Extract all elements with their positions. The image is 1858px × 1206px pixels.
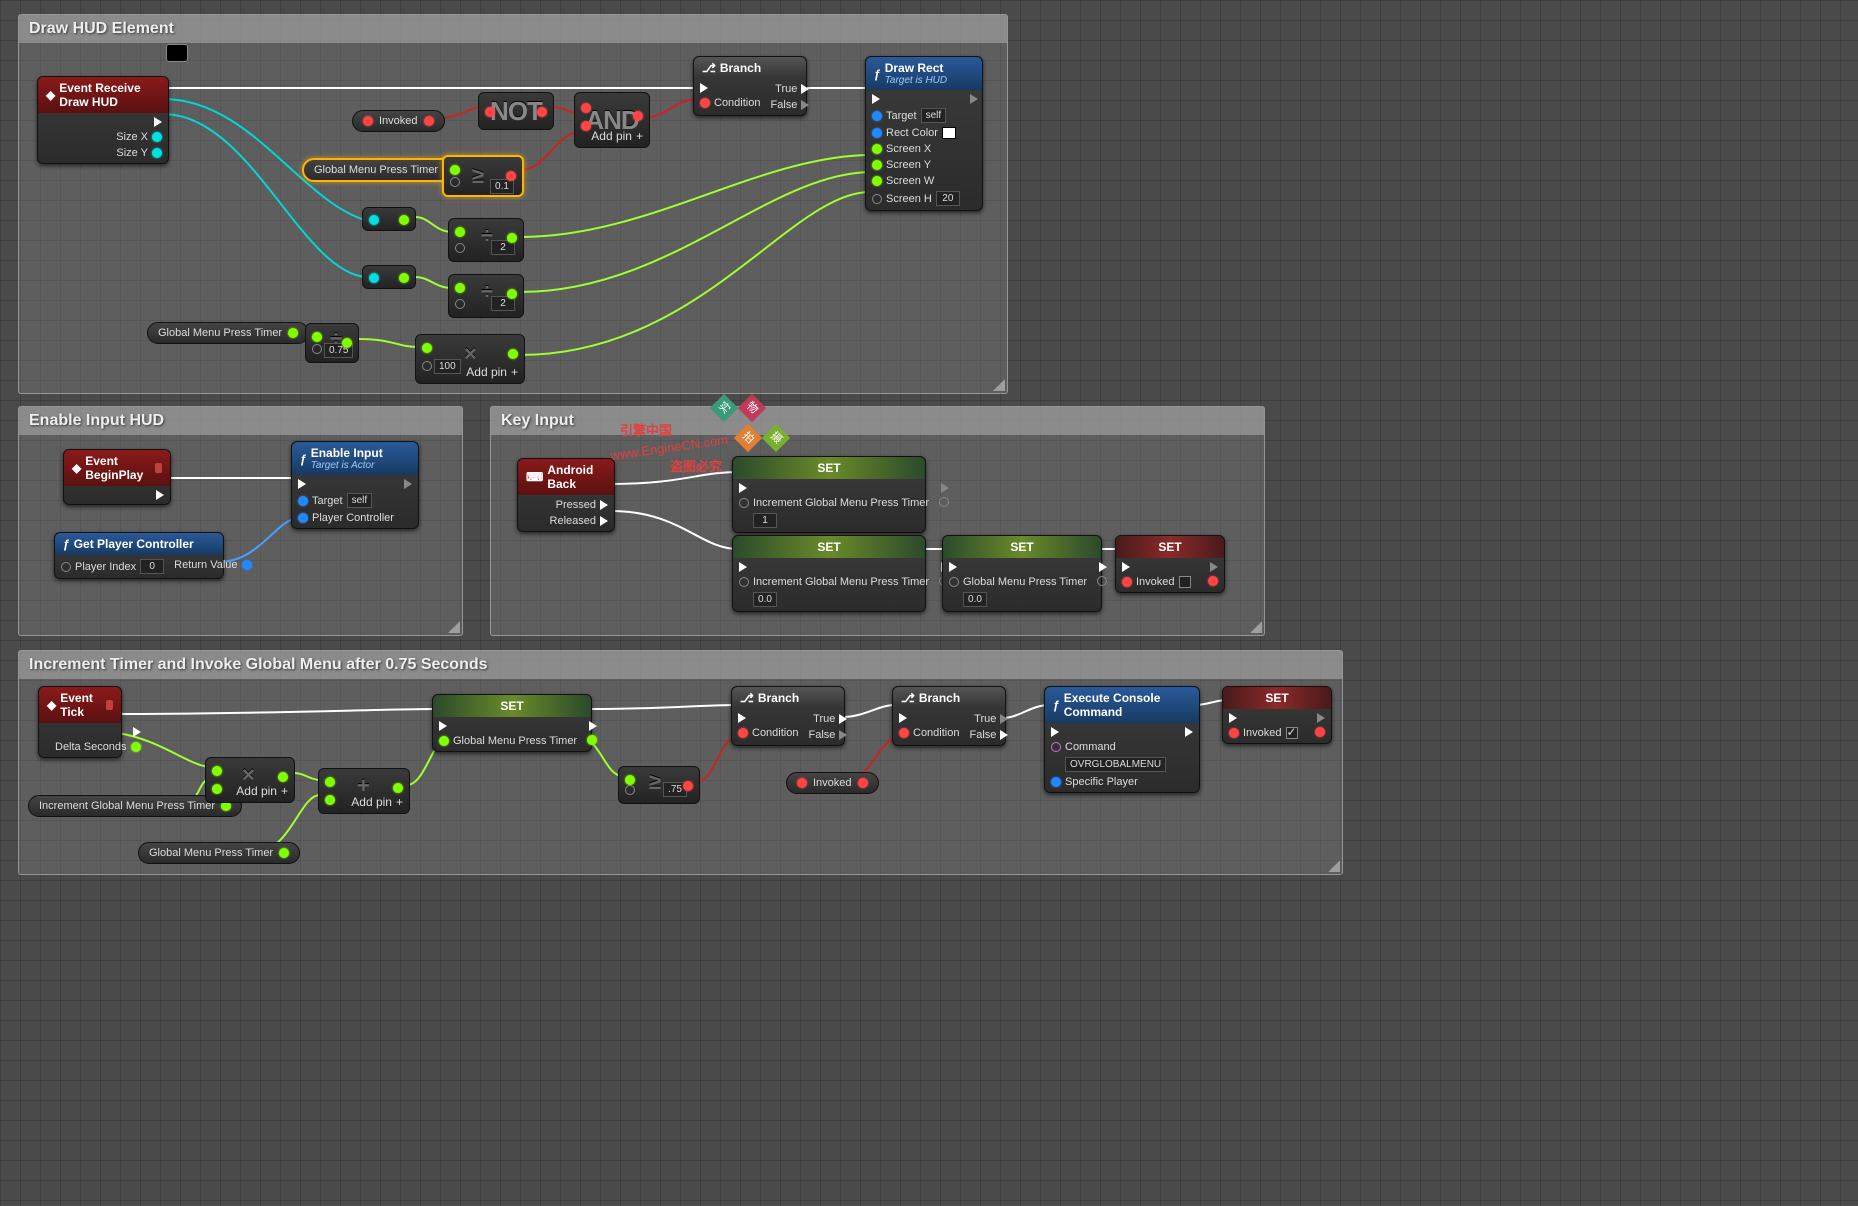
set-node[interactable]: SET Global Menu Press Timer 0.0	[942, 535, 1102, 612]
event-tick-node[interactable]: ◆Event Tick Delta Seconds	[38, 686, 122, 758]
multiply-node[interactable]: × Add pin+	[205, 757, 295, 803]
resize-handle[interactable]	[993, 379, 1005, 391]
enable-input-node[interactable]: ƒEnable InputTarget is Actor Targetself …	[291, 441, 419, 529]
node-title: ƒEnable InputTarget is Actor	[292, 442, 418, 475]
node-title: ⎇Branch	[732, 687, 844, 709]
node-title: ƒ Draw Rect Target is HUD	[866, 57, 982, 90]
draw-rect-node[interactable]: ƒ Draw Rect Target is HUD Targetself Rec…	[865, 56, 983, 211]
branch-node[interactable]: ⎇Branch Condition TrueFalse	[892, 686, 1006, 746]
node-title: ◆Event BeginPlay	[64, 450, 170, 486]
comment-header[interactable]: Increment Timer and Invoke Global Menu a…	[19, 651, 1342, 679]
node-title: ⎇Branch	[893, 687, 1005, 709]
set-node[interactable]: SET Increment Global Menu Press Timer 1	[732, 456, 926, 533]
node-title: SET	[733, 536, 925, 558]
node-title: SET	[733, 457, 925, 479]
not-node[interactable]: NOT	[478, 92, 554, 130]
invoked-variable[interactable]: Invoked	[352, 110, 445, 132]
checkbox[interactable]	[1179, 576, 1191, 588]
node-title: SET	[433, 695, 591, 717]
checkbox[interactable]	[1286, 727, 1298, 739]
hud-icon	[166, 44, 188, 62]
android-back-event-node[interactable]: ⌨Android Back Pressed Released	[517, 458, 615, 532]
comment-header[interactable]: Enable Input HUD	[19, 407, 462, 435]
branch-node[interactable]: ⎇Branch Condition TrueFalse	[731, 686, 845, 746]
node-title: SET	[1223, 687, 1331, 709]
conversion-node[interactable]	[362, 207, 416, 231]
node-title: ƒExecute Console Command	[1045, 687, 1199, 723]
event-receive-draw-hud-node[interactable]: ◆Event Receive Draw HUD Size X Size Y	[37, 76, 169, 164]
and-node[interactable]: AND Add pin+	[574, 92, 650, 148]
add-node[interactable]: + Add pin+	[318, 768, 410, 814]
divide-node[interactable]: ÷ 2	[448, 218, 524, 262]
divide-node[interactable]: ÷ 2	[448, 274, 524, 318]
resize-handle[interactable]	[448, 621, 460, 633]
branch-node[interactable]: ⎇Branch Condition True False	[693, 56, 807, 116]
event-begin-play-node[interactable]: ◆Event BeginPlay	[63, 449, 171, 505]
node-title: ⌨Android Back	[518, 459, 614, 495]
conversion-node[interactable]	[362, 265, 416, 289]
execute-console-command-node[interactable]: ƒExecute Console Command Command OVRGLOB…	[1044, 686, 1200, 793]
set-node[interactable]: SET Increment Global Menu Press Timer 0.…	[732, 535, 926, 612]
node-title: ◆Event Receive Draw HUD	[38, 77, 168, 113]
comment-header[interactable]: Key Input	[491, 407, 1264, 435]
node-title: ƒGet Player Controller	[55, 533, 223, 555]
resize-handle[interactable]	[1328, 860, 1340, 872]
global-menu-press-timer-variable[interactable]: Global Menu Press Timer	[147, 322, 309, 344]
set-node[interactable]: SET Invoked	[1222, 686, 1332, 744]
resize-handle[interactable]	[1250, 621, 1262, 633]
global-menu-press-timer-variable[interactable]: Global Menu Press Timer	[138, 842, 300, 864]
node-title: SET	[1116, 536, 1224, 558]
delegate-icon	[106, 700, 113, 710]
node-title: ⎇Branch	[694, 57, 806, 79]
invoked-variable[interactable]: Invoked	[786, 772, 879, 794]
set-node[interactable]: SET Invoked	[1115, 535, 1225, 593]
node-title: ◆Event Tick	[39, 687, 121, 723]
get-player-controller-node[interactable]: ƒGet Player Controller Player Index0 Ret…	[54, 532, 224, 579]
set-node[interactable]: SET Global Menu Press Timer	[432, 694, 592, 752]
multiply-node[interactable]: × 100 Add pin+	[415, 334, 525, 384]
color-swatch[interactable]	[942, 127, 956, 139]
divide-node[interactable]: ÷ 0.75	[305, 323, 359, 363]
node-title: SET	[943, 536, 1101, 558]
comment-header[interactable]: Draw HUD Element	[19, 15, 1007, 43]
greater-equal-node[interactable]: ≥ .75	[618, 766, 700, 804]
delegate-icon	[155, 463, 162, 473]
greater-equal-node[interactable]: ≥ 0.1	[442, 155, 524, 197]
